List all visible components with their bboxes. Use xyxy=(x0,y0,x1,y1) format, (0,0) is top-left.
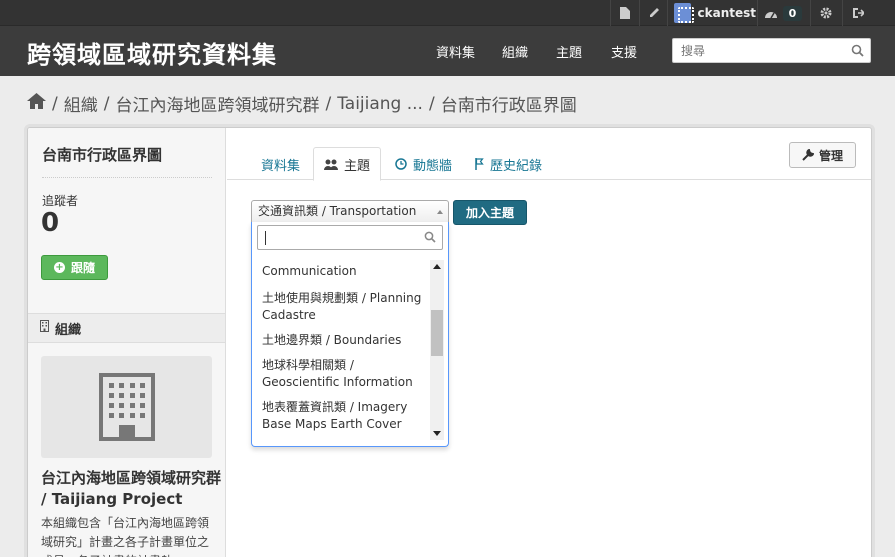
username: ckantest xyxy=(697,6,757,20)
breadcrumb-separator: / xyxy=(428,93,435,114)
clock-icon xyxy=(395,158,407,170)
list-item[interactable]: 土地邊界類 / Boundaries xyxy=(256,329,428,352)
search-icon[interactable] xyxy=(851,44,864,61)
chevron-up-icon xyxy=(437,210,443,214)
divider xyxy=(610,0,611,26)
list-item[interactable]: Communication xyxy=(256,260,428,283)
breadcrumb-organizations[interactable]: 組織 xyxy=(64,91,98,116)
organization-image[interactable] xyxy=(41,356,212,458)
follow-button-label: 跟隨 xyxy=(70,261,95,275)
tab-topics[interactable]: 主題 xyxy=(313,147,382,181)
building-icon xyxy=(40,320,49,336)
dropdown-scrollbar[interactable] xyxy=(430,260,444,440)
list-item[interactable]: 土地使用與規劃類 / Planning Cadastre xyxy=(256,287,428,327)
organization-name[interactable]: 台江內海地區跨領域研究群 / Taijiang Project xyxy=(41,468,221,510)
manage-button[interactable]: 管理 xyxy=(789,142,856,168)
home-icon[interactable] xyxy=(27,93,46,114)
plus-circle-icon: + xyxy=(53,262,65,273)
tab-label: 資料集 xyxy=(261,158,301,174)
main-wrapper: 台南市行政區界圖 追蹤者 0 + 跟隨 組織 台江內海地區跨領域研究群 / Ta… xyxy=(27,127,872,557)
dataset-title: 台南市行政區界圖 xyxy=(42,146,163,164)
nav-datasets[interactable]: 資料集 xyxy=(436,42,475,61)
tabs-bar: 資料集 主題 動態牆 歷史紀錄 管理 xyxy=(227,128,871,181)
dropdown-search-input[interactable] xyxy=(257,225,443,250)
user-menu[interactable]: ckantest xyxy=(668,0,756,26)
list-item[interactable]: 地表覆蓋資訊類 / Imagery Base Maps Earth Cover xyxy=(256,396,428,436)
tab-label: 動態牆 xyxy=(413,158,453,174)
logout-icon[interactable] xyxy=(843,0,873,26)
sidebar: 台南市行政區界圖 追蹤者 0 + 跟隨 組織 台江內海地區跨領域研究群 / Ta… xyxy=(28,128,226,557)
search-input[interactable] xyxy=(673,39,843,62)
site-title[interactable]: 跨領域區域研究資料集 xyxy=(27,35,277,70)
manage-button-label: 管理 xyxy=(818,148,843,163)
list-item[interactable]: 地球科學相關類 / Geoscientific Information xyxy=(256,354,428,394)
dropdown-options: Communication 土地使用與規劃類 / Planning Cadast… xyxy=(256,260,428,440)
add-topic-button[interactable]: 加入主題 xyxy=(453,200,527,225)
breadcrumb-separator: / xyxy=(52,93,58,114)
divider xyxy=(42,177,212,178)
flag-icon xyxy=(475,158,484,170)
avatar xyxy=(674,3,694,23)
gear-icon[interactable] xyxy=(811,0,841,26)
page-icon[interactable] xyxy=(612,0,638,26)
activity-count-badge: 0 xyxy=(782,5,803,21)
tab-label: 主題 xyxy=(344,158,371,174)
search-icon xyxy=(424,231,436,247)
tab-history[interactable]: 歷史紀錄 xyxy=(465,147,552,181)
nav-support[interactable]: 支援 xyxy=(611,42,637,61)
masthead: 跨領域區域研究資料集 資料集 組織 主題 支援 xyxy=(0,26,895,76)
organization-section-header: 組織 xyxy=(28,313,225,343)
breadcrumb: / 組織 / 台江內海地區跨領域研究群 / Taijiang ... / 台南市… xyxy=(27,91,577,116)
primary-content: 資料集 主題 動態牆 歷史紀錄 管理 交通資訊類 / Transportatio… xyxy=(227,128,871,557)
topic-dropdown: Communication 土地使用與規劃類 / Planning Cadast… xyxy=(251,222,449,447)
wrench-icon xyxy=(802,149,814,161)
breadcrumb-dataset-group[interactable]: Taijiang ... xyxy=(337,94,423,114)
topic-select-value: 交通資訊類 / Transportation xyxy=(258,204,417,218)
pencil-icon[interactable] xyxy=(640,0,667,26)
site-search xyxy=(672,38,871,63)
follow-button[interactable]: + 跟隨 xyxy=(41,255,108,280)
users-icon xyxy=(324,159,338,170)
breadcrumb-separator: / xyxy=(103,93,110,114)
nav-organizations[interactable]: 組織 xyxy=(502,42,528,61)
text-cursor xyxy=(265,231,266,245)
organization-description: 本組織包含「台江內海地區跨領域研究」計畫之各子計畫單位之成員，各子計畫的計畫執 xyxy=(41,516,210,557)
tab-datasets[interactable]: 資料集 xyxy=(251,147,310,181)
dashboard-link[interactable]: 0 xyxy=(758,0,808,26)
nav-topics[interactable]: 主題 xyxy=(556,42,582,61)
followers-label: 追蹤者 xyxy=(42,194,79,208)
tab-activity-stream[interactable]: 動態牆 xyxy=(385,147,462,181)
breadcrumb-current[interactable]: 台南市行政區界圖 xyxy=(441,91,577,116)
dashboard-icon xyxy=(764,11,777,18)
topic-select[interactable]: 交通資訊類 / Transportation xyxy=(251,200,449,223)
breadcrumb-organization[interactable]: 台江內海地區跨領域研究群 xyxy=(115,91,319,116)
scroll-down-icon[interactable] xyxy=(433,431,441,436)
account-bar: ckantest 0 xyxy=(0,0,895,26)
building-icon xyxy=(98,373,155,441)
tab-label: 歷史紀錄 xyxy=(490,158,543,174)
followers-count: 0 xyxy=(41,208,60,238)
scrollbar-thumb[interactable] xyxy=(431,310,443,356)
organization-section-label: 組織 xyxy=(55,322,82,338)
scroll-up-icon[interactable] xyxy=(433,264,441,269)
breadcrumb-separator: / xyxy=(325,93,332,114)
